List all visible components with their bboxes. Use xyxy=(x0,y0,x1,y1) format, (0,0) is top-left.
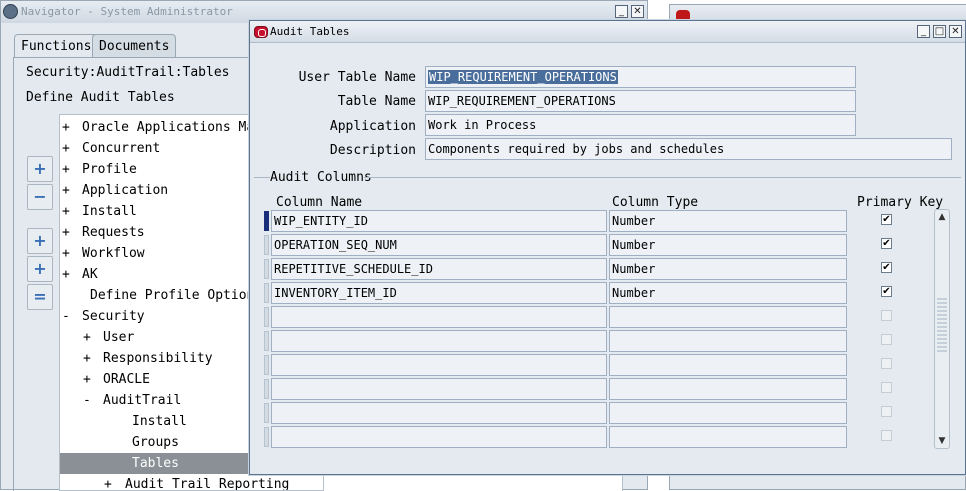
scrollbar-thumb[interactable] xyxy=(937,298,947,354)
navigator-title: Navigator - System Administrator xyxy=(21,5,233,18)
expand-icon[interactable]: + xyxy=(27,156,53,182)
record-indicator[interactable] xyxy=(264,283,269,303)
window-title: Audit Tables xyxy=(270,25,350,38)
maximize-icon[interactable]: □ xyxy=(933,25,946,38)
column-type-cell[interactable] xyxy=(609,306,847,328)
column-type-cell[interactable] xyxy=(609,402,847,424)
column-name-cell[interactable] xyxy=(271,426,607,448)
current-record-indicator[interactable] xyxy=(264,211,269,231)
user-table-name-field[interactable]: WIP_REQUIREMENT_OPERATIONS xyxy=(425,66,856,88)
collapse-icon[interactable]: − xyxy=(27,184,53,210)
primary-key-checkbox[interactable] xyxy=(881,430,892,441)
close-icon[interactable]: ✕ xyxy=(949,25,962,38)
oracle-app-icon xyxy=(3,4,18,19)
tab-documents[interactable]: Documents xyxy=(92,34,177,58)
record-indicator[interactable] xyxy=(264,427,269,447)
primary-key-checkbox[interactable] xyxy=(881,358,892,369)
primary-key-checkbox[interactable] xyxy=(881,382,892,393)
column-name-cell[interactable] xyxy=(271,354,607,376)
scroll-up-icon[interactable]: ▲ xyxy=(936,211,948,223)
audit-tables-titlebar[interactable] xyxy=(250,21,965,43)
column-type-cell[interactable]: Number xyxy=(609,282,847,304)
primary-key-checkbox[interactable]: ✔ xyxy=(881,214,892,225)
minimize-icon[interactable]: _ xyxy=(917,25,930,38)
column-name-cell[interactable] xyxy=(271,402,607,424)
column-name-cell[interactable] xyxy=(271,306,607,328)
record-indicator[interactable] xyxy=(264,259,269,279)
group-border xyxy=(254,177,270,178)
group-border xyxy=(364,177,961,178)
audit-tables-window: Audit Tables _ □ ✕ User Table Name WIP_R… xyxy=(249,20,966,475)
close-icon[interactable]: ✕ xyxy=(631,5,644,18)
record-indicator[interactable] xyxy=(264,355,269,375)
record-indicator[interactable] xyxy=(264,307,269,327)
column-name-cell[interactable]: WIP_ENTITY_ID xyxy=(271,210,607,232)
column-name-cell[interactable] xyxy=(271,378,607,400)
column-name-header: Column Name xyxy=(276,195,363,210)
primary-key-checkbox[interactable]: ✔ xyxy=(881,238,892,249)
column-name-cell[interactable]: INVENTORY_ITEM_ID xyxy=(271,282,607,304)
collapse-all-icon[interactable]: = xyxy=(27,284,53,310)
tab-functions[interactable]: Functions xyxy=(14,34,99,58)
primary-key-checkbox[interactable] xyxy=(881,406,892,417)
column-type-cell[interactable] xyxy=(609,330,847,352)
records-scrollbar[interactable]: ▲ ▼ xyxy=(934,209,950,449)
scroll-down-icon[interactable]: ▼ xyxy=(936,435,948,447)
expand-all-icon[interactable]: + xyxy=(27,256,53,282)
description-field[interactable]: Components required by jobs and schedule… xyxy=(425,138,952,160)
section-title: Define Audit Tables xyxy=(26,90,175,105)
column-name-cell[interactable]: OPERATION_SEQ_NUM xyxy=(271,234,607,256)
expand-branch-icon[interactable]: + xyxy=(27,228,53,254)
application-field[interactable]: Work in Process xyxy=(425,114,856,136)
tree-item[interactable]: + Audit Trail Reporting xyxy=(60,474,323,490)
column-type-header: Column Type xyxy=(612,195,699,210)
audit-columns-title: Audit Columns xyxy=(270,170,372,185)
primary-key-checkbox[interactable]: ✔ xyxy=(881,262,892,273)
minimize-icon[interactable]: _ xyxy=(615,5,628,18)
column-type-cell[interactable]: Number xyxy=(609,258,847,280)
primary-key-checkbox[interactable]: ✔ xyxy=(881,286,892,297)
column-name-cell[interactable]: REPETITIVE_SCHEDULE_ID xyxy=(271,258,607,280)
primary-key-checkbox[interactable] xyxy=(881,334,892,345)
column-type-cell[interactable] xyxy=(609,354,847,376)
record-indicator[interactable] xyxy=(264,235,269,255)
record-indicator[interactable] xyxy=(264,403,269,423)
record-indicator[interactable] xyxy=(264,379,269,399)
user-table-name-label: User Table Name xyxy=(298,70,416,85)
record-indicator[interactable] xyxy=(264,331,269,351)
breadcrumb: Security:AuditTrail:Tables xyxy=(26,65,230,80)
primary-key-checkbox[interactable] xyxy=(881,310,892,321)
description-label: Description xyxy=(329,143,416,158)
primary-key-header: Primary Key xyxy=(857,195,944,210)
table-name-field[interactable]: WIP_REQUIREMENT_OPERATIONS xyxy=(425,90,856,112)
oracle-app-icon xyxy=(254,26,268,38)
column-type-cell[interactable]: Number xyxy=(609,210,847,232)
column-type-cell[interactable]: Number xyxy=(609,234,847,256)
column-name-cell[interactable] xyxy=(271,330,607,352)
application-label: Application xyxy=(329,119,416,134)
column-type-cell[interactable] xyxy=(609,378,847,400)
table-name-label: Table Name xyxy=(337,94,416,109)
column-type-cell[interactable] xyxy=(609,426,847,448)
